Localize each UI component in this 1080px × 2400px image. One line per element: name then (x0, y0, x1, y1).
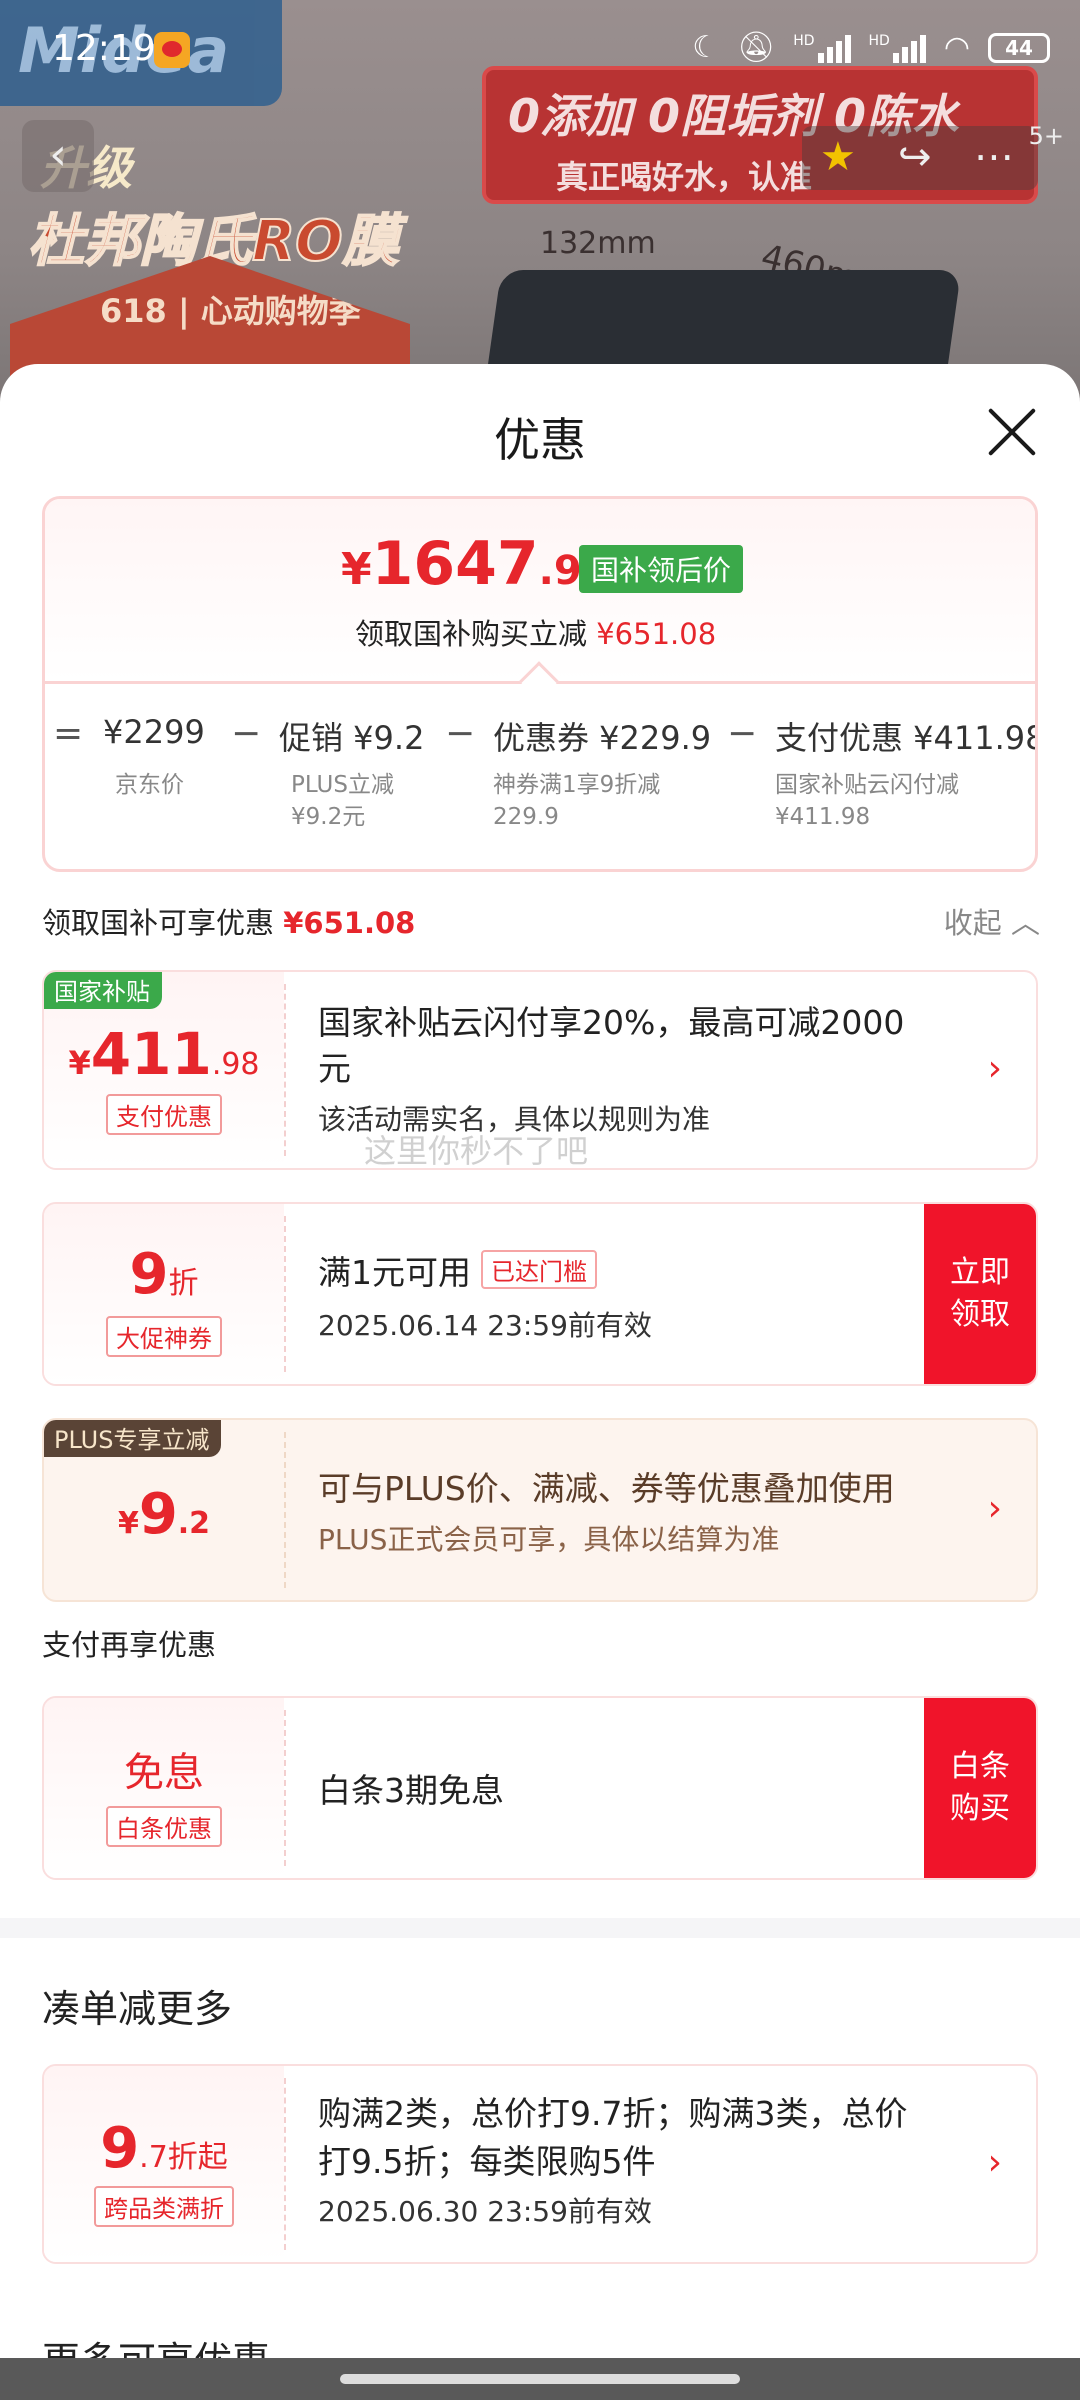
cross-amount: 9.7折起 (100, 2116, 228, 2181)
cross-title: 购满2类，总价打9.7折；购满3类，总价 打9.5折；每类限购5件 (318, 2094, 908, 2181)
collapse-button[interactable]: 收起 ︿ (944, 900, 1040, 942)
pay-discount: 支付优惠 ¥411.98 (775, 719, 1038, 757)
share-icon[interactable]: ↪ (898, 134, 932, 180)
plus-sub: PLUS正式会员可享，具体以结算为准 (318, 1523, 780, 1556)
plus-info: 可与PLUS价、满减、券等优惠叠加使用 PLUS正式会员可享，具体以结算为准 (318, 1462, 978, 1558)
coupon-title: 满1元可用 已达门槛 (318, 1246, 878, 1294)
dimension-width: 132mm (540, 226, 656, 261)
baitiao-amount: 免息 (124, 1750, 204, 1796)
plus-title: 可与PLUS价、满减、券等优惠叠加使用 (318, 1469, 895, 1508)
chevron-right-icon[interactable]: › (988, 2142, 1002, 2183)
baitiao-info: 白条3期免息 (318, 1764, 504, 1812)
subsidy-info: 国家补贴云闪付享20%，最高可减2000 元 该活动需实名，具体以规则为准 (318, 1000, 978, 1138)
weibo-notification-icon (154, 32, 190, 68)
jd-price-label: 京东价 (115, 772, 184, 798)
coupon-expiry: 2025.06.14 23:59前有效 (318, 1309, 652, 1342)
chevron-right-icon[interactable]: › (988, 1488, 1002, 1529)
wifi-icon: ◠ (943, 30, 970, 65)
promo-note: PLUS立减 ¥9.2元 (291, 772, 394, 830)
cross-category-card[interactable]: 9.7折起 跨品类满折 购满2类，总价打9.7折；购满3类，总价 打9.5折；每类… (42, 2064, 1038, 2264)
watermark-text: 这里你秒不了吧 (364, 1132, 589, 1170)
equals-sign: = (53, 713, 84, 754)
more-icon[interactable]: ⋯ (974, 134, 1014, 180)
jd-price: ¥2299 (103, 713, 205, 751)
plus-amount: ¥9.2 (117, 1482, 211, 1547)
baitiao-type-tag: 白条优惠 (106, 1806, 222, 1847)
baitiao-title: 白条3期免息 (318, 1771, 504, 1810)
home-gesture-handle[interactable] (340, 2374, 740, 2384)
subsidy-type-tag: 支付优惠 (106, 1094, 222, 1135)
status-time: 12:19 (52, 28, 156, 69)
promo-discount: 促销 ¥9.2 (279, 719, 425, 757)
status-bar: 12:19 ☾ 🔕︎ HD HD ◠ 44 (0, 0, 1080, 96)
baitiao-card: 免息 白条优惠 白条3期免息 白条购买 (42, 1696, 1038, 1880)
threshold-reached-tag: 已达门槛 (481, 1250, 597, 1289)
sheet-title: 优惠 (494, 413, 586, 467)
moon-icon: ☾ (692, 30, 720, 65)
system-nav-bar (0, 2358, 1080, 2400)
claim-coupon-button[interactable]: 立即领取 (924, 1204, 1036, 1384)
discount-sheet: 优惠 ¥1647.92 国补领后价 领取国补购买立减 ¥651.08 = ¥22… (0, 364, 1080, 2364)
coupon-discount: 优惠券 ¥229.9 (493, 719, 712, 757)
subsidy-title: 国家补贴云闪付享20%，最高可减2000 元 (318, 1003, 905, 1088)
chevron-up-icon: ︿ (1010, 906, 1040, 940)
coupon-card: 9折 大促神券 满1元可用 已达门槛 2025.06.14 23:59前有效 立即… (42, 1202, 1038, 1386)
coupon-type-tag: 大促神券 (106, 1316, 222, 1357)
coupon-amount: 9折 (129, 1242, 199, 1307)
cross-type-tag: 跨品类满折 (94, 2186, 234, 2227)
subsidy-amount: ¥411.98 (68, 1020, 260, 1088)
subsidy-price-tag: 国补领后价 (579, 545, 744, 593)
favorite-icon[interactable]: ★ (820, 134, 856, 180)
coupon-info: 满1元可用 已达门槛 2025.06.14 23:59前有效 (318, 1246, 878, 1344)
top-actions: ★ ↪ ⋯ (802, 126, 1038, 190)
baitiao-buy-button[interactable]: 白条购买 (924, 1698, 1036, 1878)
mute-icon: 🔕︎ (737, 30, 776, 65)
pay-section-header: 支付再享优惠 (42, 1628, 217, 1662)
battery-icon: 44 (988, 32, 1050, 63)
coupon-note: 神券满1享9折减 229.9 (493, 772, 661, 830)
signal-icon: HD (793, 33, 851, 63)
subsidy-saving: 领取国补购买立减 ¥651.08 (355, 617, 717, 651)
final-price: ¥1647.92 (341, 529, 610, 599)
chevron-right-icon[interactable]: › (988, 1048, 1002, 1089)
signal-icon-2: HD (869, 33, 926, 63)
subsidy-section-header: 领取国补可享优惠 ¥651.08 (42, 906, 416, 940)
plus-card[interactable]: PLUS专享立减 ¥9.2 可与PLUS价、满减、券等优惠叠加使用 PLUS正式… (42, 1418, 1038, 1602)
close-icon[interactable] (984, 404, 1040, 460)
plus-corner-tag: PLUS专享立减 (44, 1420, 222, 1457)
section-divider (0, 1918, 1080, 1938)
back-icon[interactable]: ‹ (22, 120, 94, 192)
more-deals-header: 凑单减更多 (42, 1987, 233, 2031)
message-count-badge: 5+ (1028, 122, 1064, 150)
pay-note: 国家补贴云闪付减 ¥411.98 (775, 772, 959, 830)
subsidy-corner-tag: 国家补贴 (44, 972, 162, 1009)
cross-expiry: 2025.06.30 23:59前有效 (318, 2195, 652, 2228)
cross-info: 购满2类，总价打9.7折；购满3类，总价 打9.5折；每类限购5件 2025.06… (318, 2090, 978, 2230)
price-summary: ¥1647.92 国补领后价 领取国补购买立减 ¥651.08 = ¥2299 … (42, 496, 1038, 872)
